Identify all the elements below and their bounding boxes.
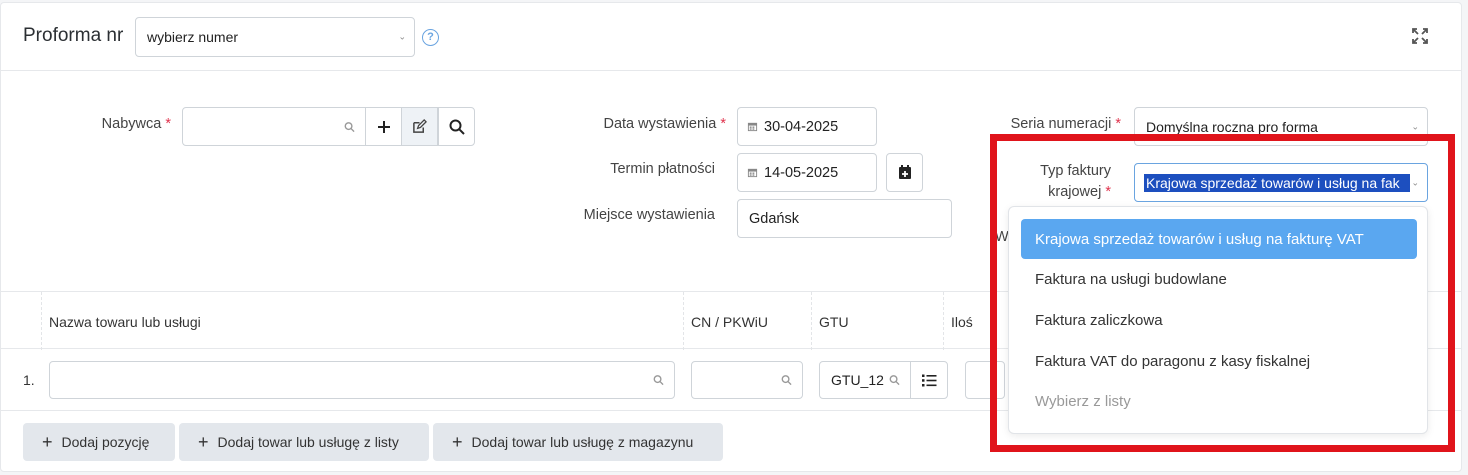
gtu-input[interactable]: GTU_12: [819, 361, 911, 399]
search-icon: [889, 375, 900, 386]
chevron-down-icon: ⌄: [398, 31, 406, 42]
column-divider: [943, 292, 944, 350]
add-from-warehouse-button[interactable]: + Dodaj towar lub usługę z magazynu: [433, 423, 723, 461]
plus-icon: +: [198, 432, 209, 452]
due-date-picker-button[interactable]: [886, 153, 923, 192]
chevron-down-icon: ⌄: [1411, 121, 1419, 131]
dropdown-option[interactable]: Faktura na usługi budowlane: [1021, 259, 1417, 299]
add-from-list-button[interactable]: + Dodaj towar lub usługę z listy: [179, 423, 429, 461]
search-icon: [781, 375, 792, 386]
column-divider: [683, 292, 684, 350]
quantity-input[interactable]: [965, 361, 1005, 399]
plus-icon: [377, 120, 390, 133]
column-name-header: Nazwa towaru lub usługi: [49, 314, 201, 330]
edit-icon: [413, 119, 427, 133]
gtu-list-button[interactable]: [910, 361, 948, 399]
search-buyer-button[interactable]: [438, 107, 475, 146]
column-qty-header: Iloś: [951, 314, 973, 330]
row-index: 1.: [23, 372, 35, 388]
dropdown-option[interactable]: Faktura zaliczkowa: [1021, 300, 1417, 340]
invoice-form-card: Proforma nr wybierz numer ⌄ ? Nabywca * …: [0, 2, 1462, 472]
edit-buyer-button[interactable]: [401, 107, 438, 146]
series-label: Seria numeracji *: [1010, 116, 1121, 132]
buyer-input[interactable]: [182, 107, 366, 146]
place-label: Miejsce wystawienia: [583, 207, 715, 223]
add-buyer-button[interactable]: [365, 107, 402, 146]
dropdown-placeholder-option[interactable]: Wybierz z listy: [1021, 381, 1417, 421]
buyer-label: Nabywca *: [101, 116, 171, 132]
partial-label: W: [995, 229, 1009, 245]
issue-date-input[interactable]: 30-04-2025: [737, 107, 877, 146]
search-icon: [344, 121, 355, 132]
help-icon[interactable]: ?: [422, 29, 439, 46]
plus-icon: +: [42, 432, 53, 452]
column-divider: [41, 292, 42, 350]
plus-icon: +: [452, 432, 463, 452]
list-icon: [921, 374, 936, 386]
series-select[interactable]: Domyślna roczna pro forma ⌄: [1134, 107, 1428, 146]
form-header: Proforma nr wybierz numer ⌄ ?: [1, 3, 1461, 71]
chevron-down-icon: ⌄: [1411, 177, 1419, 187]
invoice-type-dropdown: Krajowa sprzedaż towarów i usług na fakt…: [1008, 206, 1428, 434]
add-position-button[interactable]: + Dodaj pozycję: [23, 423, 175, 461]
search-icon: [653, 375, 664, 386]
due-date-input[interactable]: 14-05-2025: [737, 153, 877, 192]
issue-date-label: Data wystawienia *: [603, 116, 726, 132]
place-input[interactable]: Gdańsk: [737, 199, 952, 238]
due-date-label: Termin płatności: [610, 161, 715, 177]
page-title: Proforma nr: [23, 25, 124, 46]
column-divider: [811, 292, 812, 350]
column-gtu-header: GTU: [819, 314, 849, 330]
calendar-plus-icon: [898, 165, 911, 179]
column-cn-header: CN / PKWiU: [691, 314, 768, 330]
invoice-type-select[interactable]: Krajowa sprzedaż towarów i usług na fak …: [1134, 163, 1428, 202]
proforma-number-value: wybierz numer: [147, 29, 239, 45]
calendar-icon: [747, 122, 758, 132]
dropdown-option[interactable]: Krajowa sprzedaż towarów i usług na fakt…: [1021, 219, 1417, 259]
calendar-icon: [747, 168, 758, 178]
dropdown-option[interactable]: Faktura VAT do paragonu z kasy fiskalnej: [1021, 341, 1417, 381]
invoice-type-label: Typ faktury krajowej *: [1040, 163, 1111, 200]
item-name-input[interactable]: [49, 361, 675, 399]
cn-pkwiu-input[interactable]: [691, 361, 803, 399]
expand-icon[interactable]: [1412, 28, 1428, 44]
search-icon: [449, 119, 465, 135]
proforma-number-select[interactable]: wybierz numer ⌄: [135, 17, 415, 57]
